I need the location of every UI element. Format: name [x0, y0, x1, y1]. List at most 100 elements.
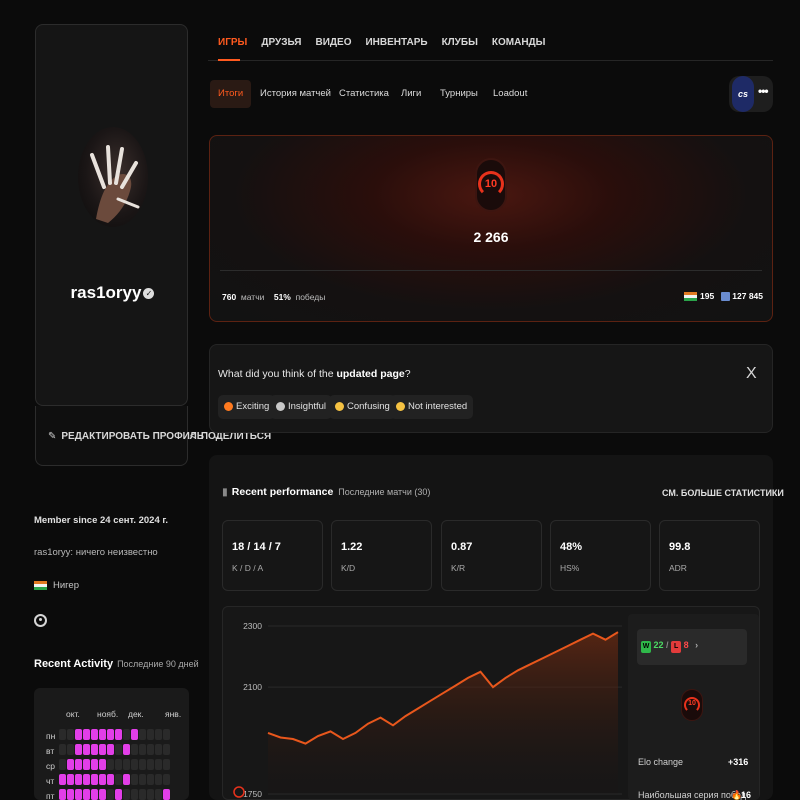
heatmap-cell[interactable]	[147, 789, 154, 800]
feedback-option-insightful[interactable]: Insightful	[270, 395, 333, 419]
heatmap-cell[interactable]	[91, 744, 98, 755]
chart-point[interactable]	[365, 721, 371, 727]
heatmap-cell[interactable]	[107, 759, 114, 770]
chart-point[interactable]	[378, 715, 384, 721]
heatmap-cell[interactable]	[163, 774, 170, 785]
chart-point[interactable]	[553, 649, 559, 655]
chart-point[interactable]	[590, 631, 596, 637]
global-rank[interactable]: 127 845	[732, 291, 763, 301]
heatmap-cell[interactable]	[123, 759, 130, 770]
close-icon[interactable]: X	[746, 365, 757, 383]
heatmap-cell[interactable]	[139, 789, 146, 800]
chart-point[interactable]	[278, 734, 284, 740]
chart-point[interactable]	[315, 733, 321, 739]
heatmap-cell[interactable]	[75, 789, 82, 800]
heatmap-cell[interactable]	[139, 744, 146, 755]
heatmap-cell[interactable]	[123, 789, 130, 800]
heatmap-cell[interactable]	[91, 759, 98, 770]
heatmap-cell[interactable]	[67, 744, 74, 755]
heatmap-cell[interactable]	[147, 774, 154, 785]
chart-point[interactable]	[353, 730, 359, 736]
heatmap-cell[interactable]	[115, 744, 122, 755]
top-nav-video[interactable]: ВИДЕО	[315, 37, 351, 48]
heatmap-cell[interactable]	[75, 729, 82, 740]
heatmap-cell[interactable]	[139, 774, 146, 785]
heatmap-cell[interactable]	[99, 759, 106, 770]
chart-point[interactable]	[578, 637, 584, 643]
heatmap-cell[interactable]	[75, 759, 82, 770]
country-rank[interactable]: 195	[700, 291, 714, 301]
heatmap-cell[interactable]	[99, 744, 106, 755]
heatmap-cell[interactable]	[155, 729, 162, 740]
heatmap-cell[interactable]	[83, 729, 90, 740]
tab-match-history[interactable]: История матчей	[252, 80, 339, 108]
heatmap-cell[interactable]	[163, 789, 170, 800]
heatmap-cell[interactable]	[131, 744, 138, 755]
heatmap-cell[interactable]	[163, 729, 170, 740]
heatmap-cell[interactable]	[75, 744, 82, 755]
heatmap-cell[interactable]	[59, 729, 66, 740]
heatmap-cell[interactable]	[115, 774, 122, 785]
chart-point[interactable]	[440, 690, 446, 696]
heatmap-cell[interactable]	[91, 789, 98, 800]
chart-point[interactable]	[290, 736, 296, 742]
top-nav-inventory[interactable]: ИНВЕНТАРЬ	[365, 37, 427, 48]
more-options-icon[interactable]: •••	[758, 84, 769, 98]
heatmap-cell[interactable]	[59, 789, 66, 800]
heatmap-cell[interactable]	[131, 774, 138, 785]
top-nav-clubs[interactable]: КЛУБЫ	[442, 37, 478, 48]
chart-point[interactable]	[565, 643, 571, 649]
heatmap-cell[interactable]	[59, 759, 66, 770]
chart-point[interactable]	[478, 669, 484, 675]
heatmap-cell[interactable]	[155, 789, 162, 800]
heatmap-cell[interactable]	[131, 759, 138, 770]
heatmap-cell[interactable]	[99, 789, 106, 800]
heatmap-cell[interactable]	[147, 744, 154, 755]
tab-tournaments[interactable]: Турниры	[432, 80, 486, 108]
heatmap-cell[interactable]	[59, 774, 66, 785]
chevron-right-icon[interactable]: ›	[695, 640, 698, 650]
heatmap-cell[interactable]	[155, 744, 162, 755]
heatmap-cell[interactable]	[83, 789, 90, 800]
cs-game-icon[interactable]: cs	[732, 76, 754, 112]
feedback-option-exciting[interactable]: Exciting	[218, 395, 276, 419]
top-nav-friends[interactable]: ДРУЗЬЯ	[261, 37, 301, 48]
heatmap-cell[interactable]	[107, 744, 114, 755]
heatmap-cell[interactable]	[123, 729, 130, 740]
heatmap-cell[interactable]	[91, 729, 98, 740]
heatmap-cell[interactable]	[139, 759, 146, 770]
chart-point[interactable]	[415, 705, 421, 711]
heatmap-cell[interactable]	[107, 729, 114, 740]
chart-point[interactable]	[340, 736, 346, 742]
heatmap-cell[interactable]	[131, 729, 138, 740]
heatmap-cell[interactable]	[147, 759, 154, 770]
heatmap-cell[interactable]	[155, 774, 162, 785]
top-nav-teams[interactable]: КОМАНДЫ	[492, 37, 546, 48]
heatmap-cell[interactable]	[155, 759, 162, 770]
chart-point[interactable]	[540, 655, 546, 661]
chart-point[interactable]	[303, 741, 309, 747]
heatmap-cell[interactable]	[115, 789, 122, 800]
tab-loadout[interactable]: Loadout	[485, 80, 535, 108]
see-more-stats-link[interactable]: СМ. БОЛЬШЕ СТАТИСТИКИ	[662, 488, 784, 498]
heatmap-cell[interactable]	[131, 789, 138, 800]
tab-statistics[interactable]: Статистика	[331, 80, 397, 108]
heatmap-cell[interactable]	[67, 759, 74, 770]
chart-point[interactable]	[328, 728, 334, 734]
heatmap-cell[interactable]	[163, 744, 170, 755]
heatmap-cell[interactable]	[107, 774, 114, 785]
heatmap-cell[interactable]	[59, 744, 66, 755]
heatmap-cell[interactable]	[91, 774, 98, 785]
feedback-option-confusing[interactable]: Confusing	[329, 395, 396, 419]
chart-point[interactable]	[453, 683, 459, 689]
chart-point[interactable]	[503, 675, 509, 681]
heatmap-cell[interactable]	[99, 774, 106, 785]
heatmap-cell[interactable]	[83, 774, 90, 785]
chart-point[interactable]	[265, 730, 271, 736]
chart-point[interactable]	[390, 722, 396, 728]
avatar[interactable]	[78, 127, 148, 227]
heatmap-cell[interactable]	[75, 774, 82, 785]
heatmap-cell[interactable]	[67, 774, 74, 785]
chart-point[interactable]	[615, 629, 621, 635]
chart-point[interactable]	[603, 637, 609, 643]
